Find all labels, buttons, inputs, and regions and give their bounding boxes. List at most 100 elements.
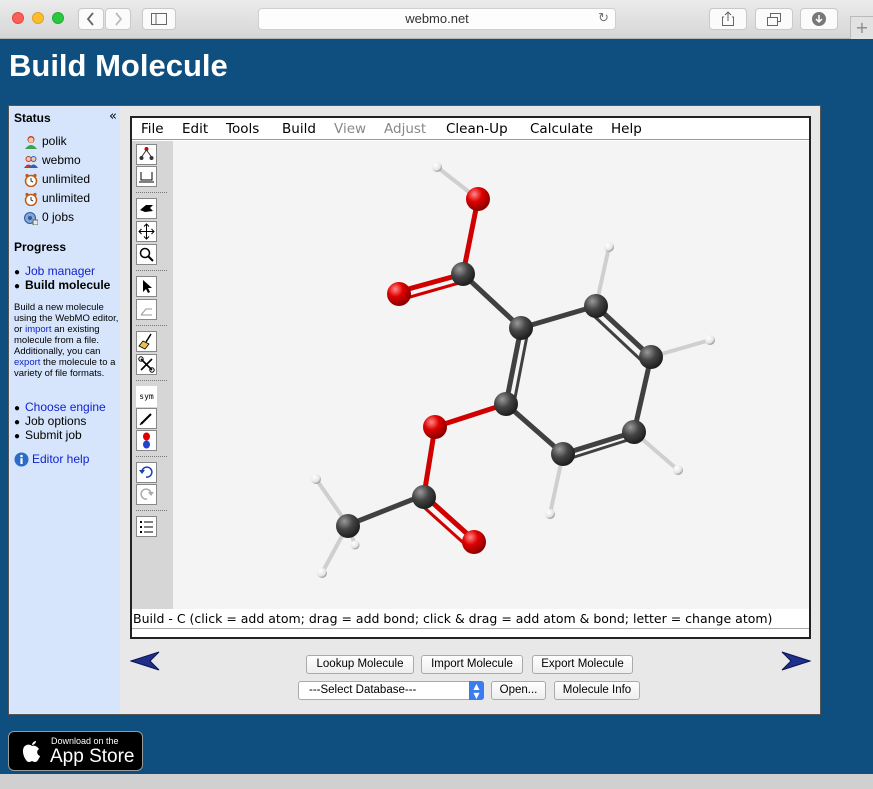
database-select[interactable]: ---Select Database--- ▲ ▼	[298, 681, 484, 700]
apple-icon	[22, 741, 40, 762]
progress-item-build-molecule: ● Build molecule	[14, 278, 111, 292]
menu-edit[interactable]: Edit	[182, 121, 208, 137]
menu-adjust[interactable]: Adjust	[384, 121, 426, 137]
atom-c[interactable]	[336, 514, 360, 538]
choose-engine-link[interactable]: Choose engine	[25, 400, 106, 414]
import-link[interactable]: import	[25, 324, 51, 335]
rotate-tool-button[interactable]	[136, 198, 157, 219]
atom-h[interactable]	[545, 509, 555, 519]
close-window-button[interactable]	[12, 12, 24, 24]
orbital-tool-button[interactable]	[136, 430, 157, 451]
import-molecule-button[interactable]: Import Molecule	[421, 655, 523, 674]
atom-o[interactable]	[462, 530, 486, 554]
job-manager-link[interactable]: Job manager	[25, 264, 95, 278]
atom-h[interactable]	[350, 540, 360, 550]
build-molecule-step: Build molecule	[25, 278, 111, 292]
menu-tools[interactable]: Tools	[226, 121, 259, 137]
rotate-hand-icon	[140, 205, 153, 212]
molecule-editor: File Edit Tools Build View Adjust Clean-…	[130, 116, 811, 639]
undo-button[interactable]	[136, 462, 157, 483]
export-molecule-button[interactable]: Export Molecule	[532, 655, 633, 674]
new-tab-button[interactable]: +	[850, 16, 873, 39]
atom-c[interactable]	[451, 262, 475, 286]
menu-calculate[interactable]: Calculate	[530, 121, 593, 137]
progress-heading: Progress	[14, 240, 67, 254]
progress-item-submit-job: ● Submit job	[14, 428, 82, 442]
atom-c[interactable]	[494, 392, 518, 416]
menu-file[interactable]: File	[141, 121, 164, 137]
app-store-big-text: App Store	[50, 746, 135, 767]
molecule-info-button[interactable]: Molecule Info	[554, 681, 640, 700]
info-icon	[14, 452, 29, 467]
zoom-window-button[interactable]	[52, 12, 64, 24]
editor-help[interactable]: Editor help	[14, 452, 89, 467]
progress-item-job-manager[interactable]: ● Job manager	[14, 264, 95, 278]
status-time-limit-label: unlimited	[42, 172, 91, 186]
template-tool-button[interactable]	[136, 166, 157, 187]
properties-button[interactable]	[136, 516, 157, 537]
atom-c[interactable]	[584, 294, 608, 318]
molecule-3d-view[interactable]	[173, 141, 809, 609]
menu-help[interactable]: Help	[611, 121, 642, 137]
status-user: polik	[24, 134, 67, 152]
charge-tool-button[interactable]	[136, 408, 157, 429]
atom-h[interactable]	[705, 335, 715, 345]
translate-tool-button[interactable]	[136, 221, 157, 242]
sidebar-toggle-button[interactable]	[142, 8, 176, 30]
build-tool-button[interactable]	[136, 144, 157, 165]
atom-h[interactable]	[673, 465, 683, 475]
atom-h[interactable]	[432, 162, 442, 172]
forward-button[interactable]	[105, 8, 131, 30]
atom-o[interactable]	[466, 187, 490, 211]
molecule-canvas[interactable]	[173, 141, 809, 609]
adjust-tool-button[interactable]	[136, 299, 157, 320]
atom-c[interactable]	[639, 345, 663, 369]
downloads-button[interactable]	[800, 8, 838, 30]
editor-help-link[interactable]: Editor help	[32, 452, 89, 466]
menu-view[interactable]: View	[334, 121, 366, 137]
footer-bar	[0, 774, 873, 789]
menu-clean-up[interactable]: Clean-Up	[446, 121, 508, 137]
atom-c[interactable]	[509, 316, 533, 340]
chevron-right-icon	[115, 12, 123, 26]
url-text: webmo.net	[405, 11, 469, 26]
atom-h[interactable]	[317, 568, 327, 578]
editor-status-line: Build - C (click = add atom; drag = add …	[132, 610, 809, 628]
lookup-molecule-button[interactable]: Lookup Molecule	[306, 655, 414, 674]
pencil-icon	[139, 413, 152, 426]
atom-o[interactable]	[387, 282, 411, 306]
share-button[interactable]	[709, 8, 747, 30]
cleanup-tool-button[interactable]	[136, 331, 157, 352]
atom-c[interactable]	[551, 442, 575, 466]
collapse-sidebar-icon[interactable]: «	[109, 109, 117, 124]
atom-c[interactable]	[622, 420, 646, 444]
clock-icon	[24, 173, 38, 187]
editor-toolbar: sym	[132, 141, 173, 609]
tools-button[interactable]	[136, 354, 157, 375]
symmetry-button[interactable]: sym	[136, 386, 157, 407]
reload-icon[interactable]: ↻	[598, 9, 609, 29]
open-button[interactable]: Open...	[491, 681, 546, 700]
app-store-badge[interactable]: Download on the App Store	[8, 731, 143, 771]
zoom-tool-button[interactable]	[136, 244, 157, 265]
progress-item-choose-engine[interactable]: ● Choose engine	[14, 400, 106, 414]
atom-c[interactable]	[412, 485, 436, 509]
forward-arrow-icon[interactable]	[781, 651, 811, 671]
minimize-window-button[interactable]	[32, 12, 44, 24]
redo-button[interactable]	[136, 484, 157, 505]
select-tool-button[interactable]	[136, 276, 157, 297]
menu-build[interactable]: Build	[282, 121, 316, 137]
atom-h[interactable]	[604, 242, 614, 252]
broom-icon	[138, 333, 152, 350]
back-button[interactable]	[78, 8, 104, 30]
atom-h[interactable]	[311, 474, 321, 484]
share-icon	[722, 11, 734, 26]
app-store-small-text: Download on the	[51, 736, 119, 746]
tabs-button[interactable]	[755, 8, 793, 30]
atom-o[interactable]	[423, 415, 447, 439]
chevron-left-icon	[86, 12, 94, 26]
sidebar-icon	[151, 13, 167, 25]
back-arrow-icon[interactable]	[130, 651, 160, 671]
address-bar[interactable]: webmo.net ↻	[258, 8, 616, 30]
export-link[interactable]: export	[14, 357, 40, 368]
